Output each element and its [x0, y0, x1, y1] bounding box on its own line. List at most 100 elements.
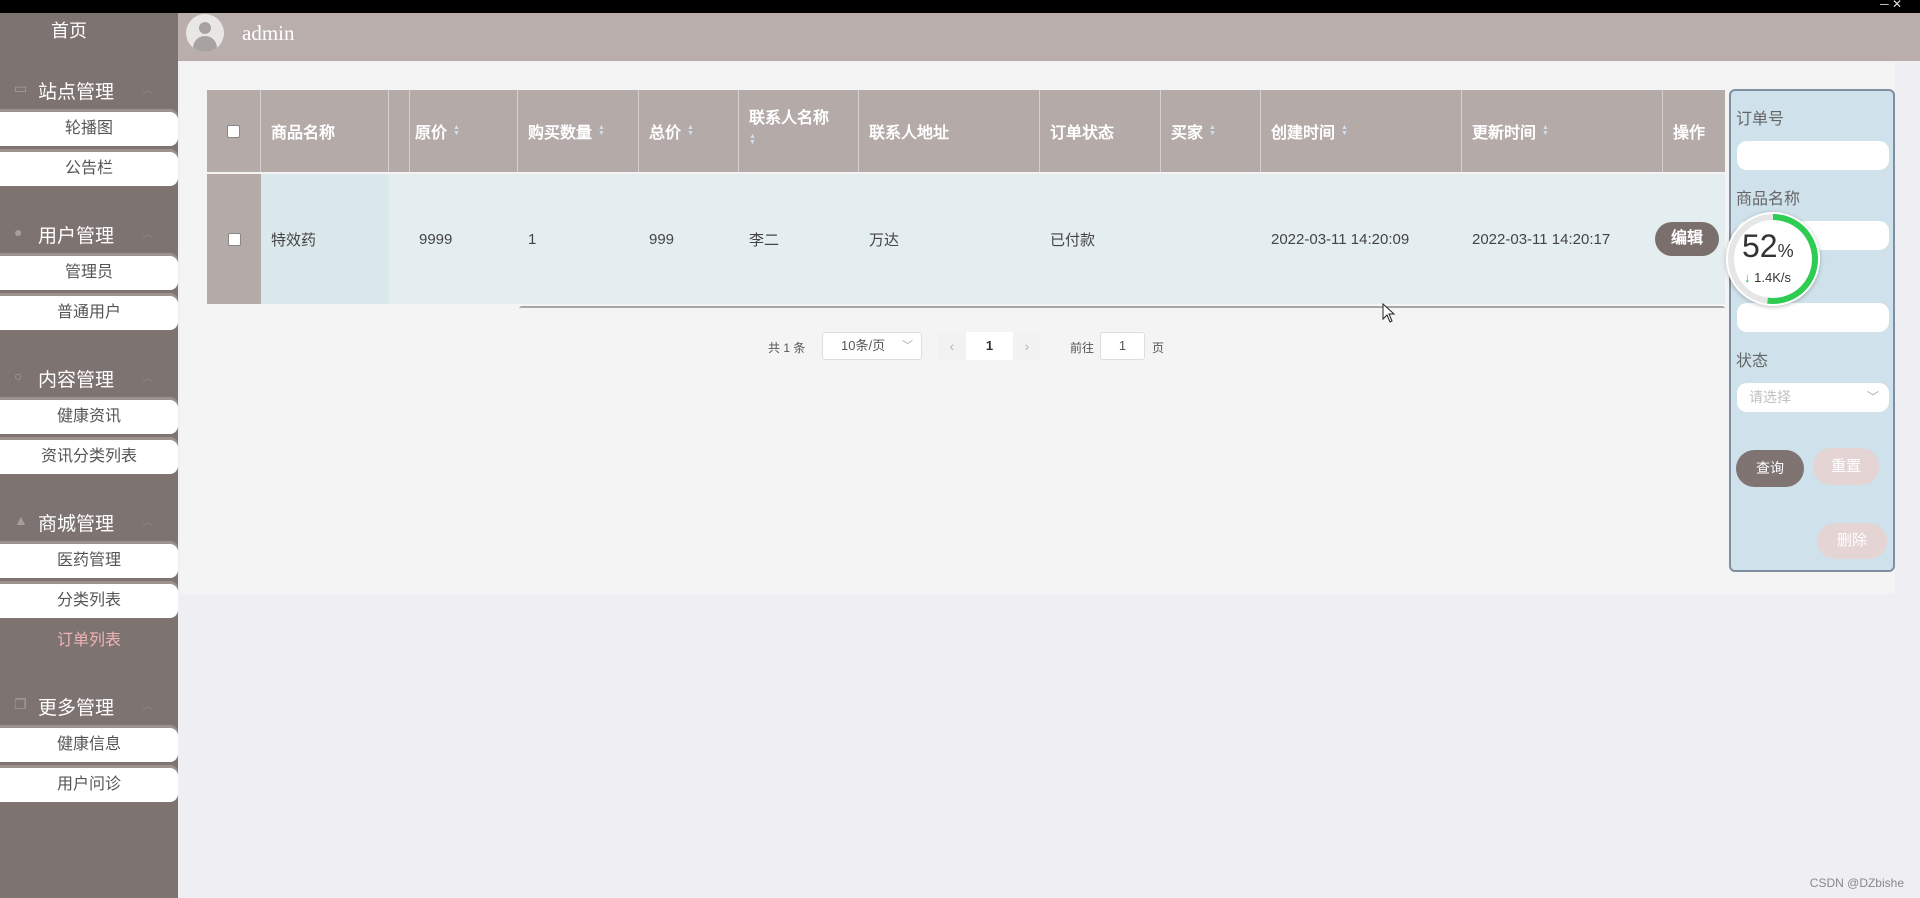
chevron-up-icon: ︿	[142, 84, 153, 96]
status-placeholder: 请选择	[1749, 389, 1791, 405]
column-header-contact-address: 联系人地址	[859, 90, 1040, 172]
chevron-up-icon: ︿	[142, 700, 153, 712]
sidebar-group-user[interactable]: ● 用户管理 ︿	[0, 213, 178, 253]
prev-page-button[interactable]: ‹	[938, 332, 966, 360]
sidebar-item-home[interactable]: 首页	[0, 17, 138, 43]
column-label: 创建时间	[1271, 125, 1336, 142]
chevron-up-icon: ︿	[142, 516, 153, 528]
cell-product-name: 特效药	[261, 174, 389, 304]
column-header-original-price[interactable]: 原价 ▲ ▼	[405, 90, 518, 172]
chevron-down-icon: ﹀	[902, 340, 913, 352]
goto-label: 前往	[1070, 341, 1095, 355]
top-black-strip	[0, 0, 1920, 13]
cell-quantity: 1	[528, 230, 537, 248]
column-label: 总价	[649, 125, 682, 142]
sidebar-item-consultation[interactable]: 用户问诊	[0, 768, 178, 802]
row-checkbox[interactable]	[227, 232, 241, 246]
sidebar-item-notice[interactable]: 公告栏	[0, 152, 178, 186]
cell-buyer	[1161, 174, 1261, 304]
column-label: 联系人地址	[869, 125, 950, 142]
table-header: 商品名称 原价 ▲ ▼ 购买数量 ▲ ▼ 总价 ▲ ▼ 联系人名称 ▲ ▼ 联系人地址 订单状态…	[207, 90, 1725, 172]
sort-icon[interactable]: ▲ ▼	[1209, 124, 1216, 137]
cell-original-price: 9999	[419, 230, 453, 248]
column-header-contact-name[interactable]: 联系人名称 ▲ ▼	[739, 90, 859, 172]
column-label: 商品名称	[271, 125, 336, 142]
table-row: 特效药 9999 1 999 李二 万达 已付款 2022-03-11 14:2…	[207, 174, 1725, 304]
horizontal-scrollbar[interactable]	[519, 306, 1725, 308]
cell-contact-name: 李二	[749, 231, 780, 249]
shop-icon: ▲	[14, 512, 28, 528]
next-page-button[interactable]: ›	[1013, 332, 1041, 360]
delete-button[interactable]: 删除	[1817, 523, 1887, 559]
pagination-total: 共 1 条	[768, 341, 806, 355]
sidebar: 首页 ▭ 站点管理 ︿ 轮播图 公告栏 ● 用户管理 ︿ 管理员 普通用户 ○ …	[0, 13, 178, 898]
column-header-buyer[interactable]: 买家 ▲ ▼	[1161, 90, 1261, 172]
sidebar-item-carousel[interactable]: 轮播图	[0, 112, 178, 146]
page-suffix: 页	[1152, 341, 1165, 355]
status-select[interactable]: 请选择 ﹀	[1737, 383, 1889, 412]
query-button[interactable]: 查询	[1736, 450, 1804, 487]
column-header-total-price[interactable]: 总价 ▲ ▼	[639, 90, 739, 172]
monitor-icon: ▭	[14, 80, 28, 96]
sidebar-item-news-category[interactable]: 资讯分类列表	[0, 440, 178, 474]
sidebar-group-shop[interactable]: ▲ 商城管理 ︿	[0, 501, 178, 541]
sidebar-group-label: 用户管理	[38, 226, 115, 247]
column-header-quantity[interactable]: 购买数量 ▲ ▼	[518, 90, 639, 172]
page-size-select[interactable]: 10条/页 ﹀	[822, 332, 922, 360]
network-speed-widget[interactable]: 52% ↓ 1.4K/s	[1726, 212, 1820, 306]
copy-icon: ❐	[14, 696, 27, 712]
sort-icon[interactable]: ▲ ▼	[453, 124, 460, 137]
sidebar-item-category[interactable]: 分类列表	[0, 584, 178, 618]
sidebar-item-orders[interactable]: 订单列表	[0, 624, 178, 658]
reset-button[interactable]: 重置	[1813, 448, 1879, 485]
column-label: 买家	[1171, 125, 1204, 142]
avatar-body-shape	[193, 36, 217, 52]
sidebar-item-medicine[interactable]: 医药管理	[0, 544, 178, 578]
column-label: 操作	[1673, 125, 1706, 142]
select-all-checkbox[interactable]	[227, 124, 240, 138]
sort-icon[interactable]: ▲ ▼	[1542, 124, 1549, 137]
column-header-actions: 操作	[1663, 90, 1725, 172]
sidebar-item-health-news[interactable]: 健康资讯	[0, 400, 178, 434]
cell-contact-address: 万达	[869, 231, 900, 249]
sort-icon[interactable]: ▲ ▼	[687, 124, 694, 137]
row-select-cell	[207, 174, 261, 304]
buyer-input[interactable]	[1737, 303, 1889, 332]
current-page[interactable]: 1	[966, 332, 1013, 360]
sidebar-item-normal-user[interactable]: 普通用户	[0, 296, 178, 330]
cell-total-price: 999	[649, 230, 675, 248]
product-name-label: 商品名称	[1736, 191, 1801, 208]
download-arrow-icon: ↓	[1744, 270, 1751, 285]
chevron-up-icon: ︿	[142, 228, 153, 240]
orders-table: 商品名称 原价 ▲ ▼ 购买数量 ▲ ▼ 总价 ▲ ▼ 联系人名称 ▲ ▼ 联系人地址 订单状态…	[207, 90, 1725, 308]
sidebar-group-content[interactable]: ○ 内容管理 ︿	[0, 357, 178, 397]
column-label: 订单状态	[1050, 125, 1115, 142]
sidebar-group-site[interactable]: ▭ 站点管理 ︿	[0, 69, 178, 109]
column-label: 更新时间	[1472, 125, 1537, 142]
sidebar-group-label: 更多管理	[38, 698, 115, 719]
sidebar-group-more[interactable]: ❐ 更多管理 ︿	[0, 685, 178, 725]
column-label: 购买数量	[528, 125, 593, 142]
column-header-product-name: 商品名称	[261, 90, 389, 172]
sort-icon[interactable]: ▲ ▼	[749, 133, 756, 146]
sort-icon[interactable]: ▲ ▼	[598, 124, 605, 137]
column-header-status: 订单状态	[1040, 90, 1161, 172]
filter-panel: 订单号 商品名称 状态 请选择 ﹀ 查询 重置 删除	[1729, 89, 1895, 572]
goto-page-input[interactable]: 1	[1100, 332, 1145, 360]
order-no-input[interactable]	[1737, 141, 1889, 170]
sort-icon[interactable]: ▲ ▼	[1341, 124, 1348, 137]
cell-status: 已付款	[1050, 231, 1096, 249]
edit-button[interactable]: 编辑	[1655, 222, 1719, 256]
circle-icon: ○	[14, 368, 23, 384]
chevron-down-icon: ﹀	[1866, 390, 1879, 404]
user-icon: ●	[14, 224, 23, 240]
sidebar-item-admin[interactable]: 管理员	[0, 256, 178, 290]
column-header-updated-at[interactable]: 更新时间 ▲ ▼	[1462, 90, 1663, 172]
cell-updated-at: 2022-03-11 14:20:17	[1472, 230, 1611, 248]
order-no-label: 订单号	[1736, 111, 1785, 128]
username: admin	[242, 21, 295, 45]
avatar-head-shape	[199, 22, 211, 34]
avatar[interactable]	[186, 14, 224, 52]
column-header-created-at[interactable]: 创建时间 ▲ ▼	[1261, 90, 1462, 172]
sidebar-item-health-info[interactable]: 健康信息	[0, 728, 178, 762]
